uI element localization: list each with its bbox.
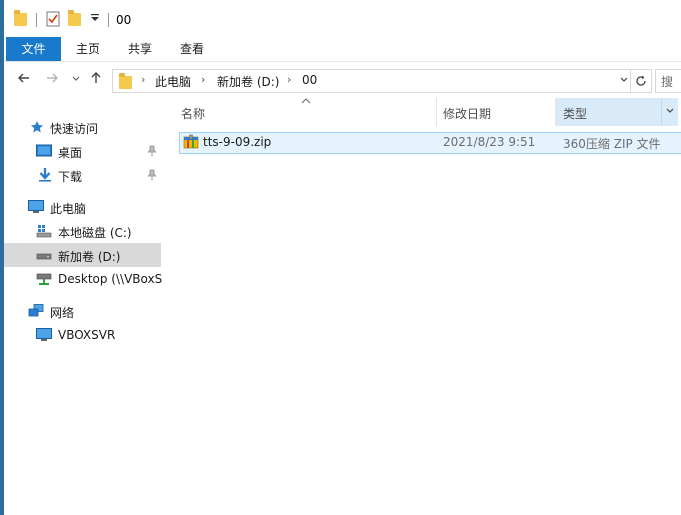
nav-network[interactable]: 网络 [4, 299, 161, 323]
nav-label: Desktop (\\VBoxS [58, 272, 163, 286]
separator [108, 13, 109, 27]
file-row[interactable]: tts-9-09.zip 2021/8/23 9:51 360压缩 ZIP 文件 [179, 132, 681, 154]
nav-label: 新加卷 (D:) [58, 250, 121, 264]
nav-label: 快速访问 [50, 122, 99, 136]
nav-downloads[interactable]: 下载 [4, 163, 161, 187]
breadcrumb-separator[interactable]: › [287, 73, 291, 86]
file-list: 名称 修改日期 类型 tts-9-09.zip 2021/8/23 9:51 3… [163, 98, 681, 515]
ribbon-tabs: 文件 主页 共享 查看 [4, 37, 681, 62]
nav-label: 桌面 [58, 146, 83, 160]
column-label: 名称 [181, 107, 206, 121]
title-bar: 00 [4, 0, 681, 37]
nav-label: VBOXSVR [58, 328, 116, 342]
drive-icon [36, 253, 52, 260]
separator [36, 13, 37, 27]
window-title: 00 [116, 13, 132, 27]
star-icon [31, 121, 43, 133]
tab-share[interactable]: 共享 [116, 37, 164, 61]
column-header-name[interactable]: 名称 [163, 98, 435, 126]
pin-icon[interactable] [147, 145, 157, 157]
nav-this-pc[interactable]: 此电脑 [4, 195, 161, 219]
chevron-down-icon[interactable] [619, 73, 629, 90]
computer-icon [36, 328, 52, 341]
properties-icon[interactable] [46, 11, 60, 30]
nav-label: 此电脑 [50, 202, 87, 216]
search-input[interactable]: 搜 [655, 69, 681, 93]
up-arrow-icon[interactable] [88, 71, 104, 87]
nav-local-disk-c[interactable]: 本地磁盘 (C:) [4, 219, 161, 243]
tab-home[interactable]: 主页 [64, 37, 112, 61]
column-label: 修改日期 [443, 107, 492, 121]
tab-file[interactable]: 文件 [6, 37, 61, 61]
recent-locations-icon[interactable] [68, 71, 84, 87]
column-header-type[interactable]: 类型 [556, 98, 661, 126]
nav-label: 本地磁盘 (C:) [58, 226, 132, 240]
breadcrumb-new-volume[interactable]: 新加卷 (D:) [217, 73, 279, 90]
file-type: 360压缩 ZIP 文件 [563, 137, 661, 151]
download-arrow-icon [39, 168, 51, 182]
chevron-down-icon [665, 104, 675, 121]
pin-icon[interactable] [147, 169, 157, 181]
nav-desktop[interactable]: 桌面 [4, 139, 161, 163]
zip-archive-icon [183, 134, 199, 149]
search-placeholder: 搜 [661, 75, 674, 89]
breadcrumb-this-pc[interactable]: 此电脑 [155, 73, 191, 90]
nav-vboxsvr[interactable]: VBOXSVR [4, 323, 161, 347]
refresh-icon[interactable] [630, 70, 651, 92]
desktop-icon [36, 144, 52, 157]
breadcrumb-separator[interactable]: › [141, 73, 145, 86]
file-name[interactable]: tts-9-09.zip [203, 135, 271, 149]
navigation-bar: › 此电脑 › 新加卷 (D:) › 00 搜 [4, 62, 681, 98]
windows-drive-icon [36, 225, 52, 238]
tab-view[interactable]: 查看 [168, 37, 216, 61]
nav-label: 下载 [58, 170, 83, 184]
back-arrow-icon[interactable] [16, 71, 32, 87]
nav-quick-access[interactable]: 快速访问 [4, 115, 161, 139]
computer-icon [28, 200, 44, 213]
network-drive-icon [36, 273, 52, 285]
nav-label: 网络 [50, 306, 75, 320]
file-explorer-window: 00 文件 主页 共享 查看 › 此电脑 › 新加卷 (D:) › 00 搜 快… [0, 0, 681, 515]
nav-desktop-share[interactable]: Desktop (\\VBoxS [4, 267, 163, 291]
column-label: 类型 [563, 107, 588, 121]
navigation-pane: 快速访问 桌面 下载 此电脑 本地磁盘 (C:) 新加卷 (D:) Deskto… [4, 98, 163, 515]
breadcrumb-separator[interactable]: › [201, 73, 205, 86]
customize-toolbar-icon[interactable] [90, 10, 100, 27]
network-icon [28, 304, 44, 317]
column-header-date[interactable]: 修改日期 [437, 98, 555, 126]
file-date: 2021/8/23 9:51 [443, 135, 536, 149]
column-filter-dropdown[interactable] [661, 98, 678, 126]
address-bar[interactable]: › 此电脑 › 新加卷 (D:) › 00 [112, 69, 652, 93]
breadcrumb-00[interactable]: 00 [302, 73, 317, 87]
nav-new-volume-d[interactable]: 新加卷 (D:) [4, 243, 161, 267]
forward-arrow-icon[interactable] [44, 71, 60, 87]
